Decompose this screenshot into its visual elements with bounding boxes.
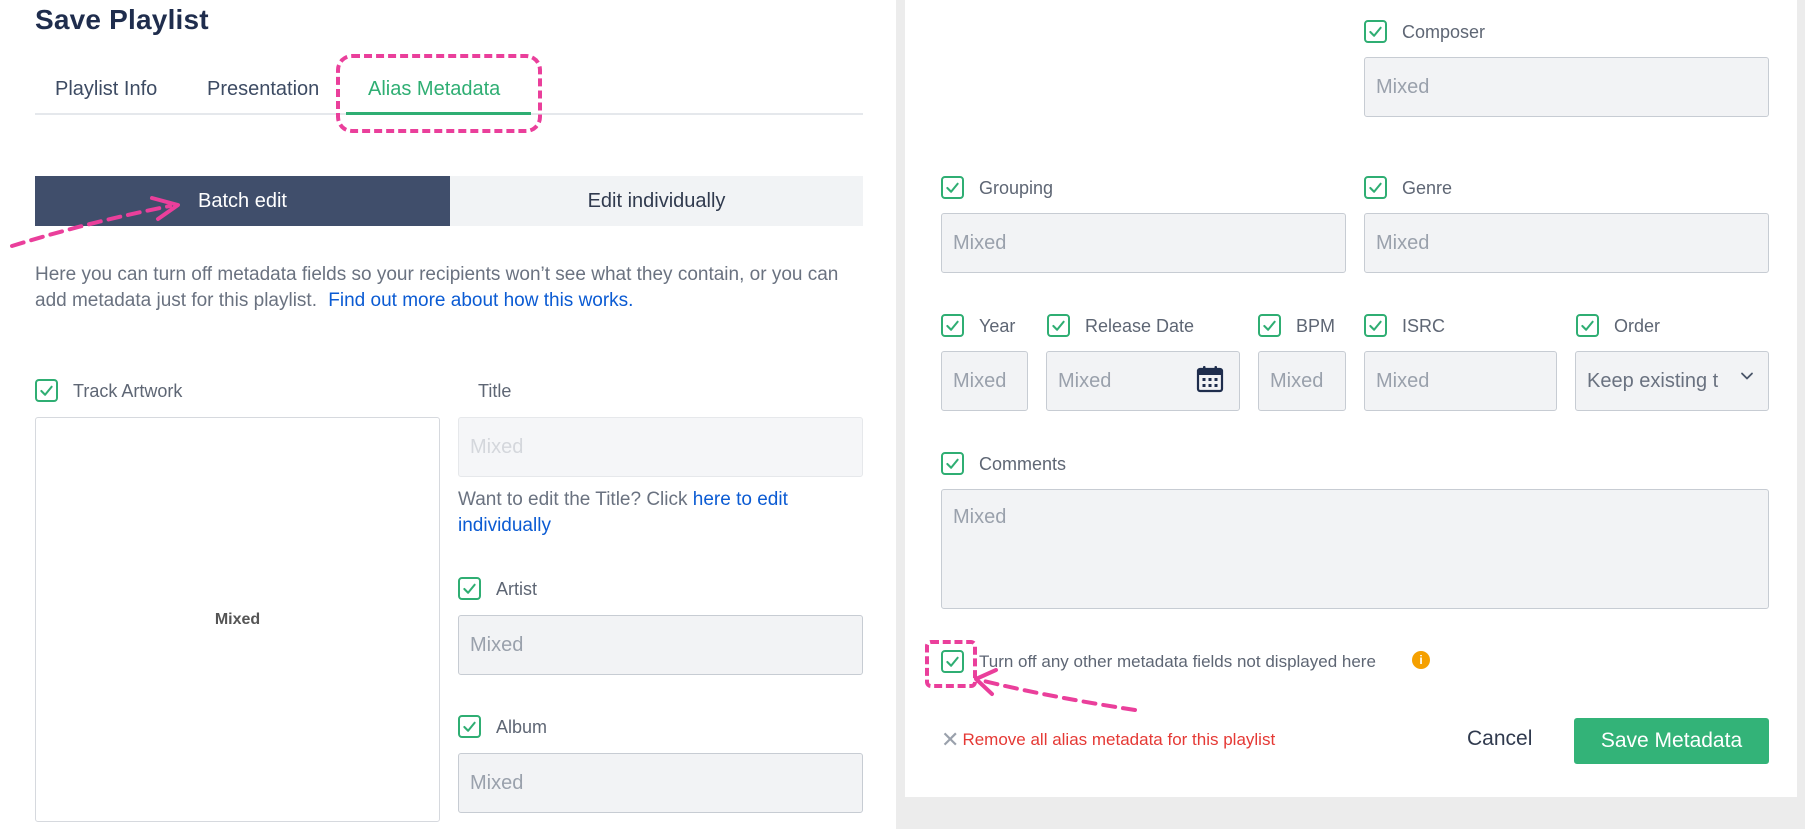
cancel-button[interactable]: Cancel [1467,727,1532,751]
order-checkbox[interactable] [1576,314,1599,337]
intro-text: Here you can turn off metadata fields so… [35,262,870,314]
turn-off-others-label: Turn off any other metadata fields not d… [979,652,1376,671]
highlight-checkbox-box [925,640,977,688]
tab-presentation[interactable]: Presentation [207,78,319,101]
batch-edit-button[interactable]: Batch edit [35,176,450,226]
learn-more-link[interactable]: Find out more about how this works. [328,290,633,311]
year-label: Year [979,316,1016,336]
genre-field[interactable]: Mixed [1364,213,1769,273]
remove-alias-metadata-label: Remove all alias metadata for this playl… [962,730,1276,749]
check-icon [463,721,476,732]
track-artwork-checkbox[interactable] [35,379,58,402]
genre-label: Genre [1402,178,1453,198]
pane-bottom-background [905,797,1805,829]
year-checkbox[interactable] [941,314,964,337]
artist-checkbox[interactable] [458,577,481,600]
check-icon [1581,320,1594,331]
comments-textarea[interactable]: Mixed [941,489,1769,609]
artist-field[interactable]: Mixed [458,615,863,675]
title-label: Title [478,381,512,401]
check-icon [1369,320,1382,331]
comments-checkbox[interactable] [941,452,964,475]
composer-field[interactable]: Mixed [1364,57,1769,117]
release-date-field[interactable]: Mixed [1046,351,1240,411]
album-field[interactable]: Mixed [458,753,863,813]
chevron-down-icon [1740,369,1754,383]
grouping-checkbox[interactable] [941,176,964,199]
pane-right-background [1797,0,1805,829]
composer-checkbox[interactable] [1364,20,1387,43]
artist-label: Artist [496,579,538,599]
album-label: Album [496,717,548,737]
close-icon: ✕ [941,727,960,752]
highlight-tab-box [336,54,542,133]
calendar-icon[interactable] [1195,364,1225,394]
check-icon [1369,26,1382,37]
grouping-label: Grouping [979,178,1054,198]
release-date-label: Release Date [1085,316,1195,336]
order-select[interactable]: Keep existing t [1575,351,1769,411]
title-hint: Want to edit the Title? Click here to ed… [458,487,863,539]
release-date-value: Mixed [1058,369,1112,392]
order-label: Order [1614,316,1661,336]
bpm-field[interactable]: Mixed [1258,351,1346,411]
track-artwork-label: Track Artwork [73,381,183,401]
check-icon [946,320,959,331]
check-icon [1052,320,1065,331]
genre-checkbox[interactable] [1364,176,1387,199]
isrc-field[interactable]: Mixed [1364,351,1557,411]
track-artwork-dropzone[interactable]: Mixed [35,417,440,822]
release-date-checkbox[interactable] [1047,314,1070,337]
check-icon [946,182,959,193]
check-icon [1263,320,1276,331]
remove-alias-metadata-link[interactable]: ✕ Remove all alias metadata for this pla… [941,727,1275,753]
comments-label: Comments [979,454,1067,474]
page-title: Save Playlist [35,4,209,35]
arrow-to-checkbox [974,668,1137,712]
check-icon [1369,182,1382,193]
tab-playlist-info[interactable]: Playlist Info [55,78,157,101]
isrc-checkbox[interactable] [1364,314,1387,337]
check-icon [40,385,53,396]
title-field: Mixed [458,417,863,477]
year-field[interactable]: Mixed [941,351,1028,411]
pane-divider [896,0,905,829]
grouping-field[interactable]: Mixed [941,213,1346,273]
save-metadata-button[interactable]: Save Metadata [1574,718,1769,764]
check-icon [946,458,959,469]
bpm-checkbox[interactable] [1258,314,1281,337]
composer-label: Composer [1402,22,1486,42]
info-icon[interactable]: i [1412,651,1430,669]
order-selected-value: Keep existing t [1587,369,1719,392]
bpm-label: BPM [1296,316,1336,336]
title-hint-text: Want to edit the Title? Click [458,489,688,510]
check-icon [463,583,476,594]
album-checkbox[interactable] [458,715,481,738]
edit-individually-button[interactable]: Edit individually [450,176,863,226]
isrc-label: ISRC [1402,316,1446,336]
